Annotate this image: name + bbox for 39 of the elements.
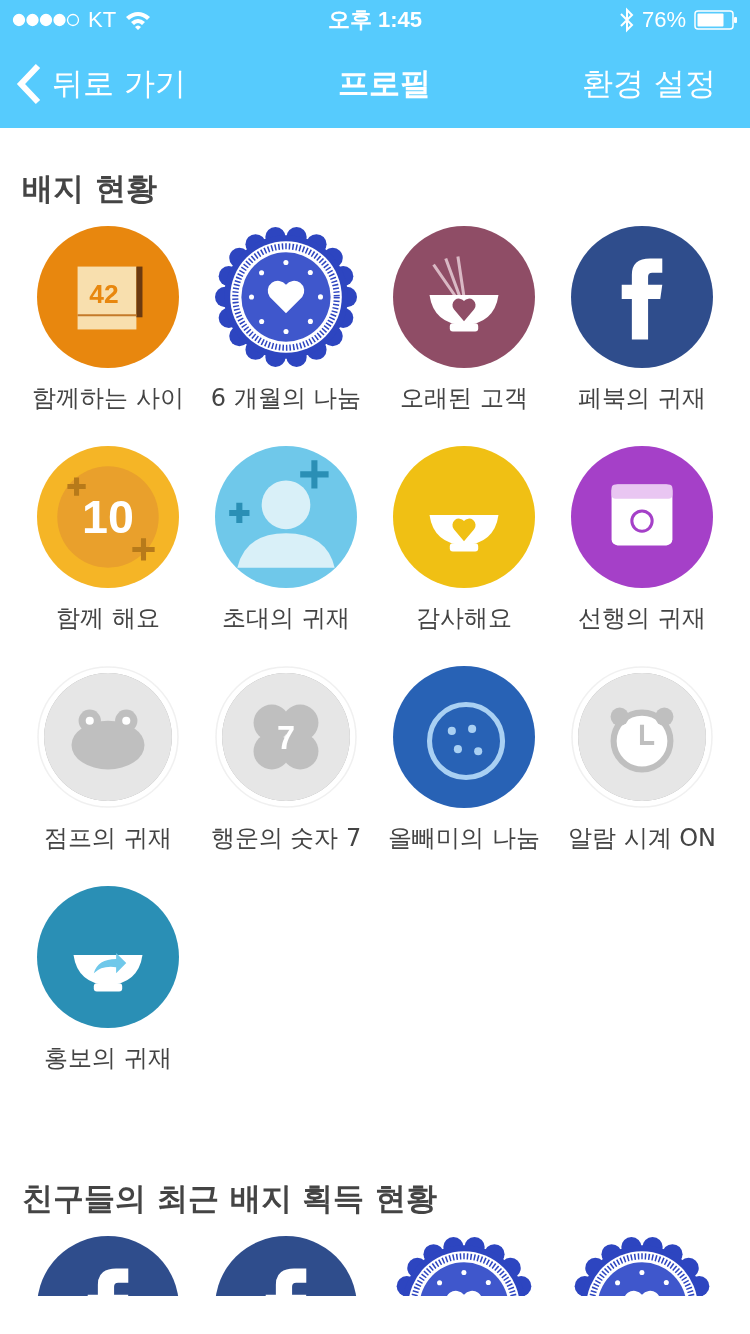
calendar-badge-icon[interactable]: 42 [37, 226, 179, 368]
calendar-badge-icon[interactable] [571, 446, 713, 588]
number-badge-icon[interactable]: 10 [37, 446, 179, 588]
badge-label: 알람 시계 ON [567, 823, 717, 854]
chevron-left-icon [16, 63, 42, 105]
section-title: 배지 현황 [21, 169, 158, 208]
badge-label: 점프의 귀재 [44, 823, 172, 854]
bowl-arrow-badge-icon[interactable] [37, 886, 179, 1028]
badge-label: 함께 해요 [56, 603, 160, 634]
battery-icon [694, 10, 738, 30]
clover-badge-icon[interactable]: 7 [215, 666, 357, 808]
badge-number: 7 [277, 720, 295, 757]
wheat-bowl-badge-icon[interactable] [393, 226, 535, 368]
settings-button[interactable]: 환경 설정 [582, 63, 716, 105]
wifi-icon [124, 10, 153, 30]
carrier-name: KT [88, 7, 117, 33]
section-title: 친구들의 최근 배지 획득 현황 [21, 1179, 439, 1218]
badge-label: 6 개월의 나눔 [210, 383, 362, 414]
badge-label: 함께하는 사이 [32, 383, 184, 414]
badge-label: 초대의 귀재 [222, 603, 350, 634]
clock-time: 오후 1:45 [327, 6, 423, 34]
badge-label: 감사해요 [416, 603, 512, 634]
heart-seal-badge-icon[interactable] [215, 226, 357, 368]
badge-label: 페북의 귀재 [578, 383, 706, 414]
badge-label: 홍보의 귀재 [44, 1043, 172, 1074]
person-plus-badge-icon[interactable] [215, 446, 357, 588]
badge-label: 행운의 숫자 7 [210, 823, 362, 854]
battery-percentage: 76% [641, 7, 686, 33]
page-title: 프로필 [337, 64, 431, 103]
bluetooth-icon [619, 7, 634, 33]
cookie-badge-icon[interactable] [393, 666, 535, 808]
badge-number: 10 [82, 491, 134, 544]
badge-label: 올빼미의 나눔 [388, 823, 540, 854]
signal-icon [12, 13, 80, 27]
badge-number: 42 [89, 279, 119, 310]
back-button[interactable]: 뒤로 가기 [16, 63, 186, 105]
badge-label: 선행의 귀재 [578, 603, 706, 634]
badge-label: 오래된 고객 [400, 383, 528, 414]
f-logo-badge-icon[interactable] [571, 226, 713, 368]
